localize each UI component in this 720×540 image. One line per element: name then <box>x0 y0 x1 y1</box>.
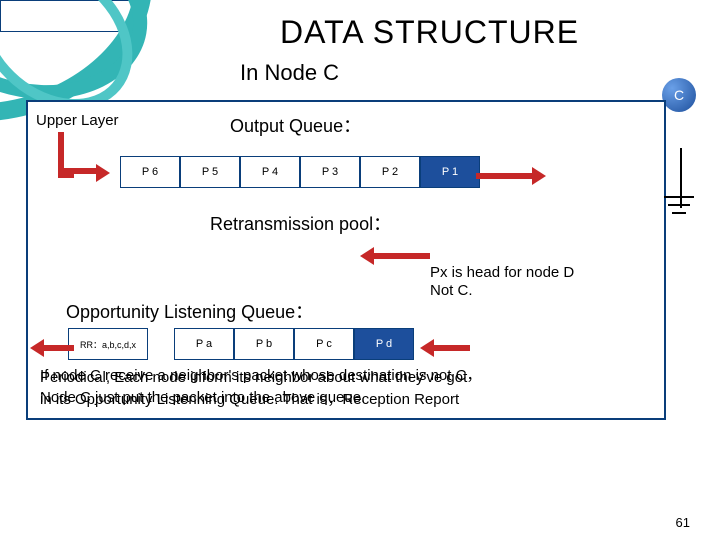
opportunity-queue-label: Opportunity Listening Queue： <box>66 298 313 324</box>
antenna-icon <box>668 204 690 206</box>
arrow-output-send <box>476 167 546 185</box>
packet-head: P d <box>354 328 414 360</box>
packet: P 2 <box>360 156 420 188</box>
page-number: 61 <box>676 515 690 530</box>
explanation-text: If node C receive a neighbor's packet wh… <box>40 368 640 406</box>
packet: P 5 <box>180 156 240 188</box>
arrow-into-retrans <box>360 247 430 265</box>
packet-head: P 1 <box>420 156 480 188</box>
antenna-icon <box>672 212 686 214</box>
packet: P 3 <box>300 156 360 188</box>
packet: P a <box>174 328 234 360</box>
retransmission-pool-label: Retransmission pool： <box>210 210 391 236</box>
output-queue-row: P 6 P 5 P 4 P 3 P 2 P 1 <box>120 156 480 186</box>
node-badge: C <box>662 78 696 112</box>
slide-subtitle: In Node C <box>240 60 339 86</box>
px-note-line1: Px is head for node D <box>430 264 574 281</box>
antenna-icon <box>680 148 682 208</box>
text-line: Periodical, Each node inform its neighbo… <box>40 370 467 386</box>
packet: P c <box>294 328 354 360</box>
arrow-opp-right <box>420 339 470 357</box>
packet: P 4 <box>240 156 300 188</box>
output-queue-label: Output Queue： <box>230 112 361 138</box>
px-note-line2: Not C. <box>430 282 473 299</box>
arrow-opp-left <box>30 339 74 357</box>
slide-title: DATA STRUCTURE <box>280 14 579 51</box>
antenna-icon <box>664 196 694 198</box>
packet: P b <box>234 328 294 360</box>
arrow-upper-to-queue <box>64 168 98 174</box>
arrow-upper-to-queue <box>96 164 110 182</box>
reception-report-box: RR：a,b,c,d,x <box>68 328 148 360</box>
upper-layer-label: Upper Layer <box>36 112 119 129</box>
px-note: Px is head for node D Not C. <box>430 264 574 300</box>
packet: P 6 <box>120 156 180 188</box>
opportunity-queue-row: RR：a,b,c,d,x P a P b P c P d <box>68 328 414 358</box>
text-line: in its Opportunity Listenning Queue. Tha… <box>40 392 459 408</box>
